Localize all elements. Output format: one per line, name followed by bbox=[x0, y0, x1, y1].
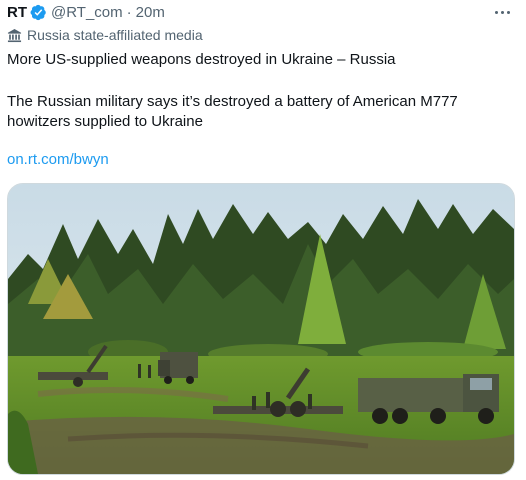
state-media-label[interactable]: Russia state-affiliated media bbox=[7, 26, 203, 44]
author-name[interactable]: RT bbox=[7, 4, 27, 21]
separator-dot: · bbox=[126, 3, 132, 21]
state-media-label-text: Russia state-affiliated media bbox=[27, 27, 203, 43]
more-options-icon[interactable] bbox=[492, 2, 512, 22]
verified-badge-icon bbox=[30, 4, 47, 21]
tweet-timestamp[interactable]: 20m bbox=[136, 4, 165, 21]
tweet-text-body-line1: The Russian military says it’s destroyed… bbox=[7, 93, 458, 110]
tweet-media-photo[interactable] bbox=[7, 183, 515, 475]
howitzer-battery-photo bbox=[8, 184, 514, 474]
author-handle[interactable]: @RT_com bbox=[51, 4, 123, 21]
article-link[interactable]: on.rt.com/bwyn bbox=[7, 150, 109, 170]
tweet[interactable]: RT @RT_com · 20m Russia state-affiliated… bbox=[0, 0, 526, 480]
tweet-text-body-line2: howitzers supplied to Ukraine bbox=[7, 113, 203, 130]
building-icon bbox=[7, 28, 22, 43]
tweet-text-headline: More US-supplied weapons destroyed in Uk… bbox=[7, 51, 396, 68]
tweet-header: RT @RT_com · 20m bbox=[7, 2, 165, 22]
